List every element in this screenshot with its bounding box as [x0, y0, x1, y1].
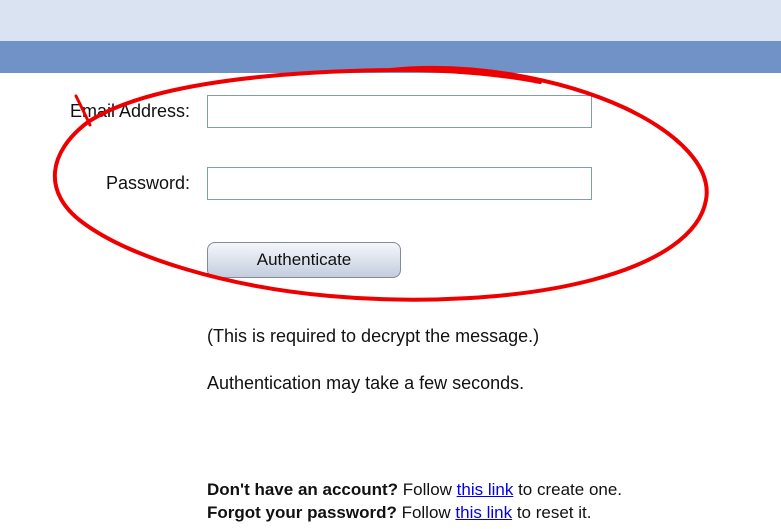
- password-field[interactable]: [207, 167, 592, 200]
- forgot-password-line: Forgot your password? Follow this link t…: [207, 503, 591, 523]
- create-account-link[interactable]: this link: [457, 480, 514, 499]
- authentication-page: Email Address: Password: Authenticate (T…: [0, 0, 781, 529]
- reset-password-link[interactable]: this link: [455, 503, 512, 522]
- decrypt-note: (This is required to decrypt the message…: [207, 326, 540, 346]
- signup-follow-text: Follow: [398, 480, 457, 499]
- signup-suffix-text: to create one.: [513, 480, 623, 499]
- signup-line: Don't have an account? Follow this link …: [207, 480, 622, 500]
- timing-note: Authentication may take a few seconds.: [207, 373, 525, 393]
- header-band-light: [0, 0, 781, 41]
- header-band-blue: [0, 41, 781, 73]
- email-label: Email Address:: [69, 101, 190, 121]
- signup-question: Don't have an account?: [207, 480, 399, 499]
- forgot-follow-text: Follow: [396, 503, 456, 522]
- forgot-suffix-text: to reset it.: [512, 503, 592, 522]
- forgot-question: Forgot your password?: [207, 503, 397, 522]
- authenticate-button[interactable]: Authenticate: [207, 242, 401, 278]
- password-label: Password:: [105, 173, 190, 193]
- email-field[interactable]: [207, 95, 592, 128]
